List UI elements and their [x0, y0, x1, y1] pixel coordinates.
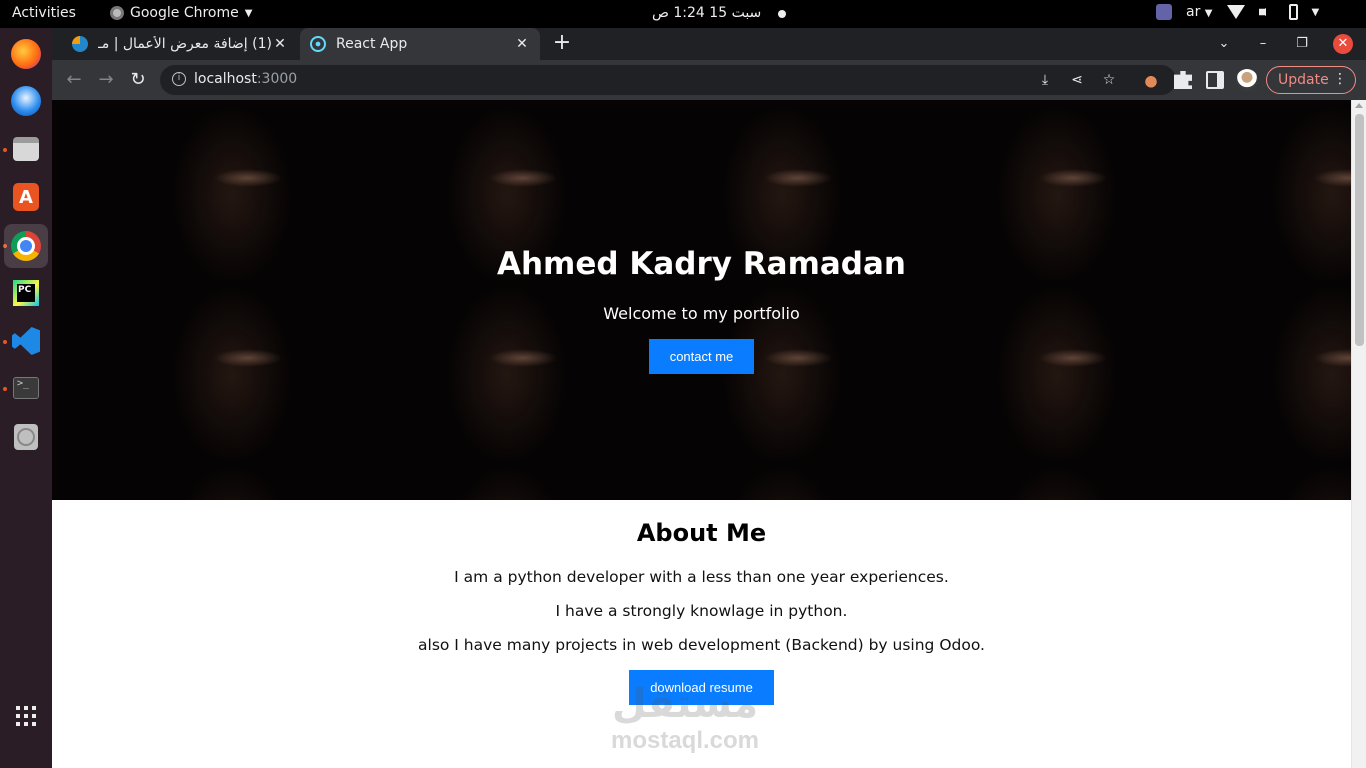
wifi-icon [1226, 5, 1245, 19]
dock-terminal[interactable]: >_ [8, 370, 44, 406]
vscode-icon [12, 327, 40, 355]
address-bar[interactable]: i localhost:3000 ⤓ ⋖ ☆ [160, 65, 1176, 95]
battery-icon [1288, 4, 1298, 20]
reload-icon[interactable]: ↻ [126, 68, 150, 92]
page-scrollbar[interactable] [1351, 100, 1366, 768]
tab-title: (1) إضافة معرض الأعمال | مـ [98, 36, 272, 52]
running-indicator [3, 340, 7, 344]
close-window-icon[interactable]: ✕ [1333, 34, 1353, 54]
about-line: I have a strongly knowlage in python. [555, 602, 848, 620]
scroll-up-icon[interactable] [1355, 103, 1363, 108]
dock-disc[interactable] [8, 419, 44, 455]
hero-subtitle: Welcome to my portfolio [603, 304, 800, 323]
close-icon[interactable]: ✕ [272, 36, 288, 52]
chrome-icon [11, 231, 41, 261]
tab-react-app[interactable]: React App ✕ [300, 28, 540, 60]
page-viewport: Ahmed Kadry Ramadan Welcome to my portfo… [52, 100, 1366, 768]
tab-title: React App [336, 36, 408, 52]
mostaql-favicon-icon [72, 36, 88, 52]
url-text[interactable]: localhost:3000 [194, 71, 297, 87]
dock-files[interactable] [8, 131, 44, 167]
update-button[interactable]: Update ⋮ [1266, 66, 1356, 94]
contact-button[interactable]: contact me [649, 339, 754, 374]
ubuntu-software-icon: A [13, 183, 39, 211]
tab-mostaql[interactable]: (1) إضافة معرض الأعمال | مـ ✕ [62, 28, 298, 60]
back-icon[interactable]: ← [62, 68, 86, 92]
download-resume-button[interactable]: download resume [629, 670, 774, 705]
url-host: localhost [194, 71, 257, 87]
teams-icon[interactable] [1156, 4, 1172, 20]
bookmark-star-icon[interactable]: ☆ [1100, 71, 1118, 89]
activities-button[interactable]: Activities [12, 5, 76, 21]
about-section: About Me I am a python developer with a … [52, 500, 1351, 768]
system-top-bar: Activities Google Chrome ▼ سبت 15 1:24 ص… [0, 0, 1366, 28]
dock-thunderbird[interactable] [8, 83, 44, 119]
thunderbird-icon [11, 86, 41, 116]
extension-icon[interactable] [1142, 71, 1160, 89]
system-tray[interactable]: ar ▼ ▼ [1156, 4, 1319, 20]
dock-firefox[interactable] [8, 36, 44, 72]
pycharm-icon: PC [13, 280, 39, 306]
forward-icon[interactable]: → [94, 68, 118, 92]
watermark-latin: mostaql.com [610, 727, 760, 754]
tab-strip: (1) إضافة معرض الأعمال | مـ ✕ React App … [52, 28, 1366, 60]
chevron-down-icon[interactable]: ▼ [1312, 7, 1320, 18]
disc-icon [14, 424, 38, 450]
language-indicator[interactable]: ar ▼ [1186, 4, 1213, 20]
dock-ubuntu-software[interactable]: A [8, 179, 44, 215]
volume-icon [1258, 4, 1272, 20]
restore-icon[interactable]: ❐ [1292, 34, 1312, 54]
extensions-puzzle-icon[interactable] [1174, 71, 1192, 89]
kebab-menu-icon[interactable]: ⋮ [1333, 71, 1347, 87]
app-menu[interactable]: Google Chrome ▼ [110, 5, 252, 21]
language-label: ar [1186, 4, 1201, 20]
dock: A PC >_ [0, 28, 52, 768]
about-line: also I have many projects in web develop… [418, 636, 985, 654]
tab-search-icon[interactable]: ⌄ [1214, 34, 1234, 54]
chevron-down-icon: ▼ [244, 7, 253, 19]
show-applications-icon[interactable] [16, 706, 36, 726]
browser-toolbar: ← → ↻ i localhost:3000 ⤓ ⋖ ☆ Update ⋮ [52, 60, 1366, 100]
scrollbar-thumb[interactable] [1355, 114, 1364, 346]
site-info-icon[interactable]: i [172, 72, 186, 86]
minimize-icon[interactable]: – [1253, 34, 1273, 54]
side-panel-icon[interactable] [1206, 71, 1224, 89]
terminal-icon: >_ [13, 377, 39, 399]
running-indicator [3, 148, 7, 152]
running-indicator [3, 387, 7, 391]
files-icon [13, 137, 39, 161]
app-menu-label: Google Chrome [130, 5, 239, 21]
url-port: :3000 [256, 71, 298, 87]
dock-chrome[interactable] [4, 224, 48, 268]
hero-name: Ahmed Kadry Ramadan [497, 246, 906, 282]
dock-pycharm[interactable]: PC [8, 275, 44, 311]
chrome-window: (1) إضافة معرض الأعمال | مـ ✕ React App … [52, 28, 1366, 768]
about-title: About Me [636, 519, 767, 547]
dock-vscode[interactable] [8, 323, 44, 359]
chrome-icon [110, 6, 124, 20]
profile-avatar[interactable] [1236, 69, 1258, 91]
chevron-down-icon: ▼ [1204, 8, 1213, 19]
hero-section: Ahmed Kadry Ramadan Welcome to my portfo… [52, 100, 1351, 500]
about-line: I am a python developer with a less than… [454, 568, 949, 586]
firefox-icon [11, 39, 41, 69]
update-label: Update [1278, 72, 1329, 88]
share-icon[interactable]: ⋖ [1068, 71, 1086, 89]
close-icon[interactable]: ✕ [514, 36, 530, 52]
clock[interactable]: سبت 15 1:24 ص [652, 5, 761, 21]
new-tab-icon[interactable]: + [550, 32, 574, 56]
install-app-icon[interactable]: ⤓ [1036, 71, 1054, 89]
react-favicon-icon [310, 36, 326, 52]
notification-dot-icon [778, 10, 786, 18]
